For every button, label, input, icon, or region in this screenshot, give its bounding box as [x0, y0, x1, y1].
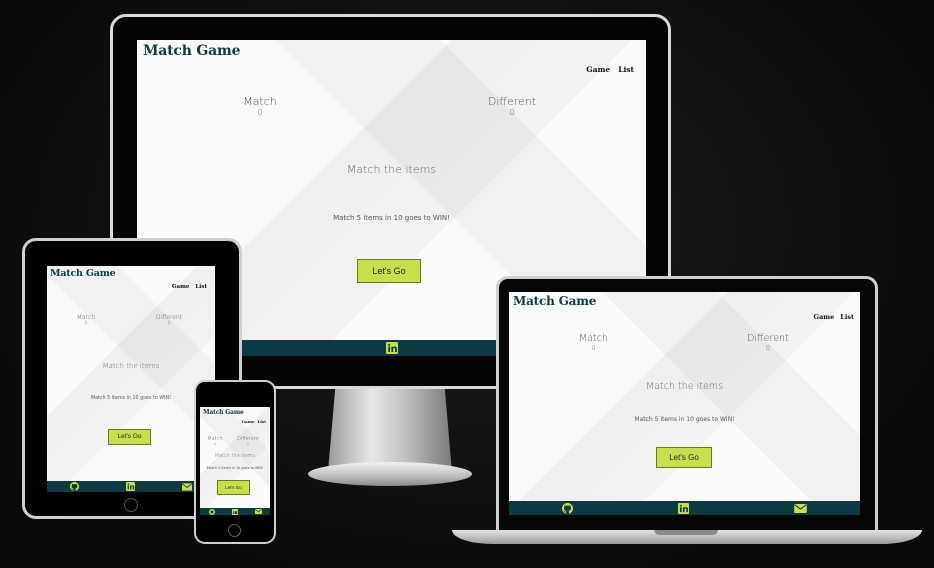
- match-value: 0: [591, 344, 596, 352]
- main-nav: Game List: [242, 419, 266, 424]
- match-label: Match: [579, 333, 608, 344]
- phone-home-button: [228, 524, 241, 537]
- nav-link-list[interactable]: List: [258, 419, 266, 424]
- game-heading: Match the items: [214, 453, 256, 459]
- game-instructions: Match 5 items in 10 goes to WIN!: [206, 466, 264, 470]
- different-value: 0: [509, 108, 515, 117]
- match-label: Match: [243, 95, 277, 108]
- game-instructions: Match 5 items in 10 goes to WIN!: [634, 416, 735, 423]
- phone-screen: Match Game Game List Match 0 Different 0…: [200, 407, 270, 515]
- github-icon[interactable]: [561, 502, 573, 514]
- game-heading: Match the items: [645, 381, 724, 392]
- match-label: Match: [76, 314, 96, 321]
- different-label: Different: [155, 314, 183, 321]
- nav-link-game[interactable]: Game: [242, 419, 255, 424]
- main-nav: Game List: [172, 284, 207, 290]
- tablet-home-button: [124, 498, 138, 512]
- match-value: 0: [257, 108, 263, 117]
- site-footer: [509, 501, 860, 515]
- match-value: 0: [84, 321, 88, 326]
- match-value: 0: [213, 442, 217, 446]
- tablet-screen: Match Game Game List Match 0 Different 0…: [47, 266, 215, 492]
- match-score: Match 0: [571, 333, 616, 352]
- nav-link-game[interactable]: Game: [172, 284, 190, 290]
- site-footer: [47, 481, 215, 492]
- lets-go-button[interactable]: Let's Go: [108, 429, 151, 445]
- site-logo[interactable]: Match Game: [143, 43, 241, 59]
- nav-link-game[interactable]: Game: [814, 313, 835, 321]
- game-heading: Match the items: [102, 362, 160, 370]
- different-score: Different 0: [479, 95, 545, 117]
- lets-go-button[interactable]: Let's Go: [217, 480, 250, 495]
- game-heading: Match the items: [346, 163, 437, 176]
- different-score: Different 0: [743, 333, 793, 352]
- different-score: Different 0: [233, 436, 263, 446]
- linkedin-icon[interactable]: [125, 482, 135, 491]
- envelope-icon[interactable]: [794, 503, 808, 513]
- nav-link-list[interactable]: List: [840, 313, 854, 321]
- linkedin-icon[interactable]: [677, 502, 689, 514]
- laptop-notch: [654, 530, 718, 535]
- game-instructions: Match 5 items in 10 goes to WIN!: [90, 396, 172, 401]
- linkedin-icon[interactable]: [385, 342, 398, 354]
- match-score: Match 0: [202, 436, 228, 446]
- different-label: Different: [747, 333, 789, 344]
- site-footer: [200, 508, 270, 515]
- different-value: 0: [765, 344, 771, 352]
- game-instructions: Match 5 items in 10 goes to WIN!: [333, 214, 450, 222]
- site-logo[interactable]: Match Game: [203, 409, 244, 416]
- linkedin-icon[interactable]: [231, 508, 238, 515]
- laptop-screen: Match Game Game List Match 0 Different 0…: [509, 292, 860, 515]
- envelope-icon[interactable]: [181, 482, 192, 491]
- github-icon[interactable]: [208, 508, 215, 515]
- match-score: Match 0: [71, 314, 101, 326]
- different-value: 0: [167, 321, 171, 326]
- different-value: 0: [246, 442, 250, 446]
- different-score: Different 0: [151, 314, 187, 326]
- envelope-icon[interactable]: [254, 509, 262, 514]
- main-nav: Game List: [814, 313, 854, 321]
- monitor-stand-neck: [328, 386, 452, 472]
- different-label: Different: [487, 95, 537, 108]
- site-logo[interactable]: Match Game: [50, 268, 116, 279]
- nav-link-list[interactable]: List: [618, 65, 634, 74]
- monitor-stand-base: [308, 462, 472, 486]
- nav-link-game[interactable]: Game: [586, 65, 610, 74]
- nav-link-list[interactable]: List: [195, 284, 207, 290]
- lets-go-button[interactable]: Let's Go: [357, 259, 421, 283]
- github-icon[interactable]: [70, 482, 80, 491]
- match-score: Match 0: [229, 95, 291, 117]
- main-nav: Game List: [586, 65, 634, 74]
- site-logo[interactable]: Match Game: [513, 294, 596, 308]
- lets-go-button[interactable]: Let's Go: [656, 447, 712, 468]
